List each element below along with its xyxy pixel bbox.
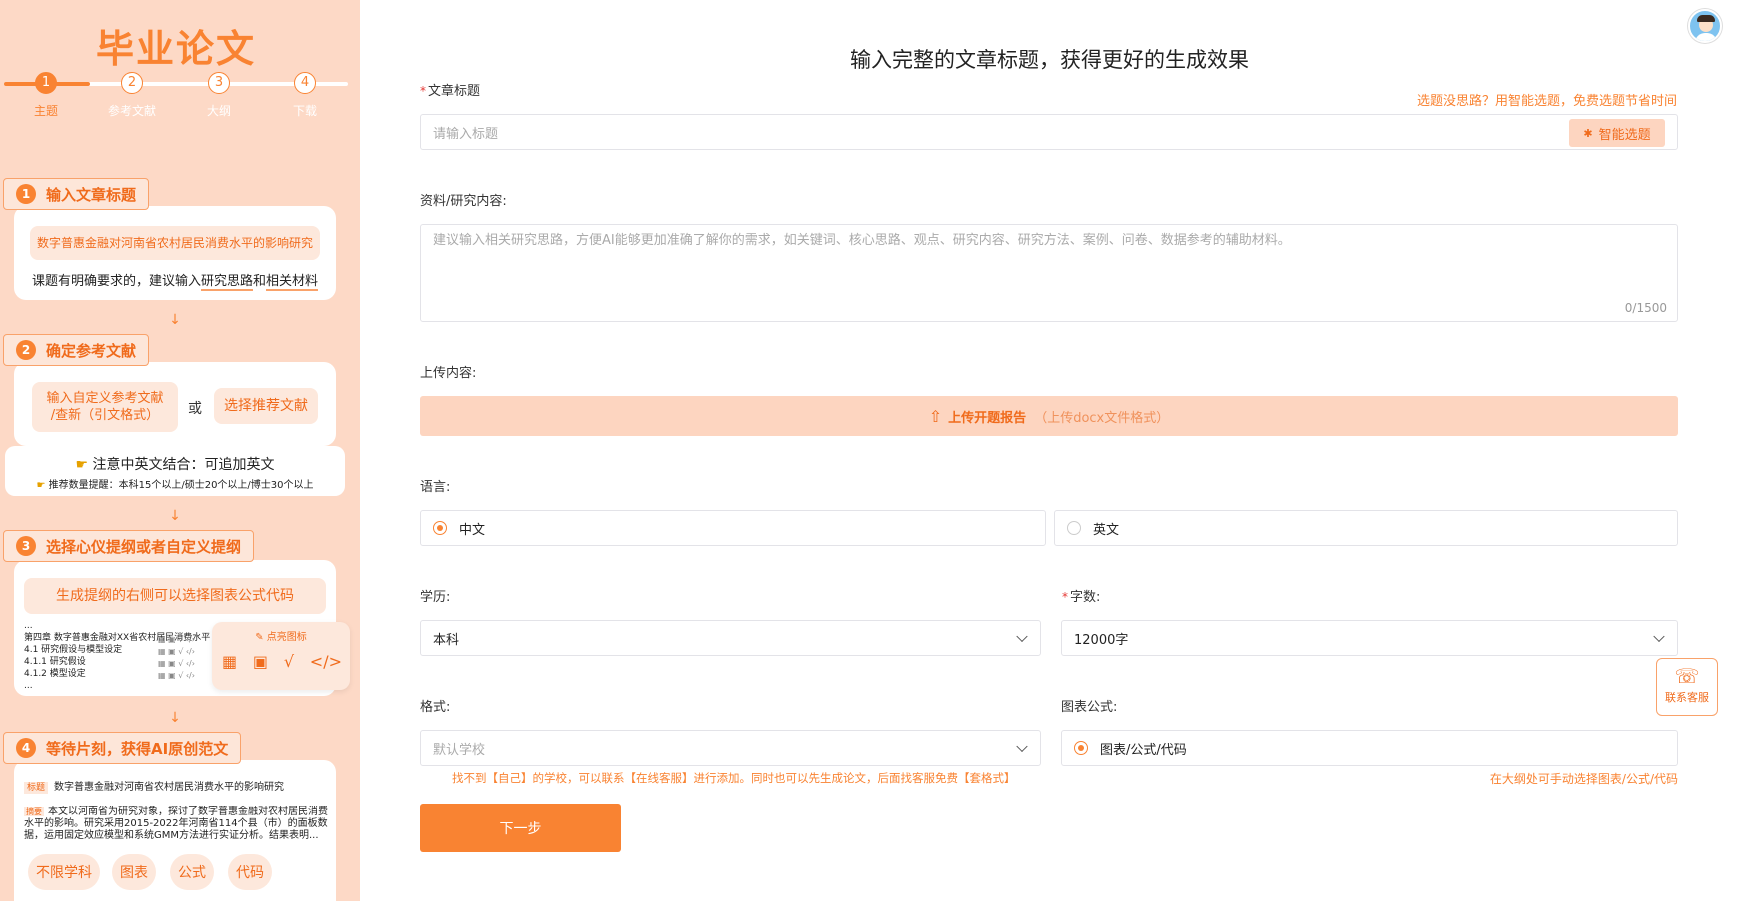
result-title: 标题 数字普惠金融对河南省农村居民消费水平的影响研究 (24, 778, 284, 794)
pen-icon: ✎ (255, 632, 264, 643)
section-1-card: 数字普惠金融对河南省农村居民消费水平的影响研究 课题有明确要求的，建议输入研究思… (14, 206, 336, 300)
recommended-reference-option[interactable]: 选择推荐文献 (214, 388, 318, 424)
chart-formula-hint: 在大纲处可手动选择图表/公式/代码 (1489, 772, 1678, 786)
customer-service-label: 联系客服 (1665, 691, 1709, 704)
section-3-tag: 3 选择心仪提纲或者自定义提纲 (3, 530, 255, 562)
avatar[interactable] (1688, 9, 1722, 43)
example-title: 数字普惠金融对河南省农村居民消费水平的影响研究 (30, 226, 320, 260)
table-icon[interactable]: ▦ (222, 652, 237, 671)
material-char-count: 0/1500 (1624, 301, 1667, 315)
smart-topic-button[interactable]: ✱ 智能选题 (1569, 119, 1665, 147)
down-arrow-icon: ↓ (169, 312, 181, 328)
material-textarea[interactable]: 建议输入相关研究思路，方便AI能够更加准确了解你的需求，如关键词、核心思路、观点… (420, 224, 1678, 322)
row-icon-strip: ▦ ▣ √ ‹/› ▦ ▣ √ ‹/› ▦ ▣ √ ‹/› ▦ ▣ √ ‹/› (158, 635, 195, 680)
words-label: * 字数: (1062, 590, 1101, 605)
outline-banner: 生成提纲的右侧可以选择图表公式代码 (24, 578, 326, 614)
step-3-label: 大纲 (206, 104, 231, 118)
down-arrow-icon: ↓ (169, 710, 181, 726)
share-icon: ✱ (1583, 126, 1593, 140)
app-logo: 毕业论文 (95, 27, 256, 71)
language-option-chinese[interactable]: 中文 (420, 510, 1046, 546)
smart-topic-hint[interactable]: 选题没思路？用智能选题，免费选题节省时间 (1417, 90, 1677, 109)
chart-formula-label: 图表公式: (1061, 700, 1118, 715)
radio-unselected-icon (1067, 521, 1081, 535)
title-label: * 文章标题 (420, 84, 481, 99)
popup-title: ✎ 点亮图标 (255, 632, 307, 643)
code-icon[interactable]: </> (310, 652, 342, 671)
upload-icon: ⇧ (928, 406, 943, 426)
radio-selected-icon (433, 521, 447, 535)
pointing-hand-icon: ☛ (75, 457, 89, 473)
image-icon[interactable]: ▣ (253, 652, 268, 671)
step-3-circle: 3 (208, 72, 230, 94)
section-4-tag: 4 等待片刻，获得AI原创范文 (3, 732, 242, 764)
page-title: 输入完整的文章标题，获得更好的生成效果 (850, 48, 1249, 72)
sidebar: 毕业论文 1 2 3 4 主题 参考文献 大纲 下载 数字普惠金融对河南省农村居… (0, 0, 360, 901)
step-4-circle: 4 (294, 72, 316, 94)
custom-reference-option[interactable]: 输入自定义参考文献/查新（引文格式） (32, 382, 178, 432)
format-label: 格式: (420, 700, 451, 715)
step-1-label: 主题 (33, 104, 58, 118)
language-option-english[interactable]: 英文 (1054, 510, 1678, 546)
section-1-note: 课题有明确要求的，建议输入研究思路和相关材料 (32, 274, 319, 291)
section-2-tag: 2 确定参考文献 (3, 334, 150, 366)
step-2-circle: 2 (121, 72, 143, 94)
word-count-select[interactable]: 12000字 (1061, 620, 1678, 656)
icon-popup: ✎ 点亮图标 ▦ ▣ √ </> (212, 622, 350, 690)
popup-icons: ▦ ▣ √ </> (222, 652, 342, 671)
chevron-down-icon (1016, 630, 1028, 643)
chip-code: 代码 (228, 854, 272, 890)
result-abstract: 摘要 本文以河南省为研究对象，探讨了数字普惠金融对农村居民消费水平的影响。研究采用… (24, 806, 328, 841)
education-select[interactable]: 本科 (420, 620, 1041, 656)
chevron-down-icon (1653, 630, 1665, 643)
education-label: 学历: (420, 590, 451, 605)
chip-chart: 图表 (112, 854, 156, 890)
chevron-down-icon (1016, 740, 1028, 753)
section-2-card: 输入自定义参考文献/查新（引文格式） 或 选择推荐文献 (14, 362, 336, 446)
format-hint: 找不到【自己】的学校，可以联系【在线客服】进行添加。同时也可以先生成论文，后面找… (452, 771, 1016, 785)
chart-formula-option[interactable]: 图表/公式/代码 (1061, 730, 1678, 766)
step-1-circle: 1 (35, 72, 57, 94)
headset-icon: ☏ (1674, 664, 1700, 688)
customer-service-button[interactable]: ☏ 联系客服 (1656, 658, 1718, 716)
required-mark: * (420, 84, 426, 98)
pointing-hand-icon: ☛ (36, 480, 46, 491)
formula-icon[interactable]: √ (284, 652, 294, 671)
step-4-label: 下载 (292, 104, 317, 118)
main-form: 输入完整的文章标题，获得更好的生成效果 * 文章标题 选题没思路？用智能选题，免费… (360, 0, 1739, 901)
format-select[interactable]: 默认学校 (420, 730, 1041, 766)
reference-tip-card: ☛ 注意中英文结合：可追加英文 ☛ 推荐数量提醒：本科15个以上/硕士20个以上… (5, 446, 345, 496)
title-input[interactable]: 请输入标题 ✱ 智能选题 (420, 114, 1678, 150)
tip-main: ☛ 注意中英文结合：可追加英文 (75, 457, 275, 473)
down-arrow-icon: ↓ (169, 508, 181, 524)
material-label: 资料/研究内容: (420, 194, 507, 209)
required-mark: * (1062, 590, 1068, 604)
radio-selected-icon (1074, 741, 1088, 755)
tip-sub: ☛ 推荐数量提醒：本科15个以上/硕士20个以上/博士30个以上 (36, 480, 314, 491)
language-label: 语言: (420, 480, 451, 495)
chip-subject: 不限学科 (28, 854, 100, 890)
upload-proposal-button[interactable]: ⇧ 上传开题报告 （上传docx文件格式） (420, 396, 1678, 436)
step-2-label: 参考文献 (107, 104, 156, 118)
upload-label: 上传内容: (420, 366, 477, 381)
next-step-button[interactable]: 下一步 (420, 804, 621, 852)
chip-formula: 公式 (170, 854, 214, 890)
section-1-tag: 1 输入文章标题 (3, 178, 150, 210)
or-label: 或 (188, 401, 202, 417)
